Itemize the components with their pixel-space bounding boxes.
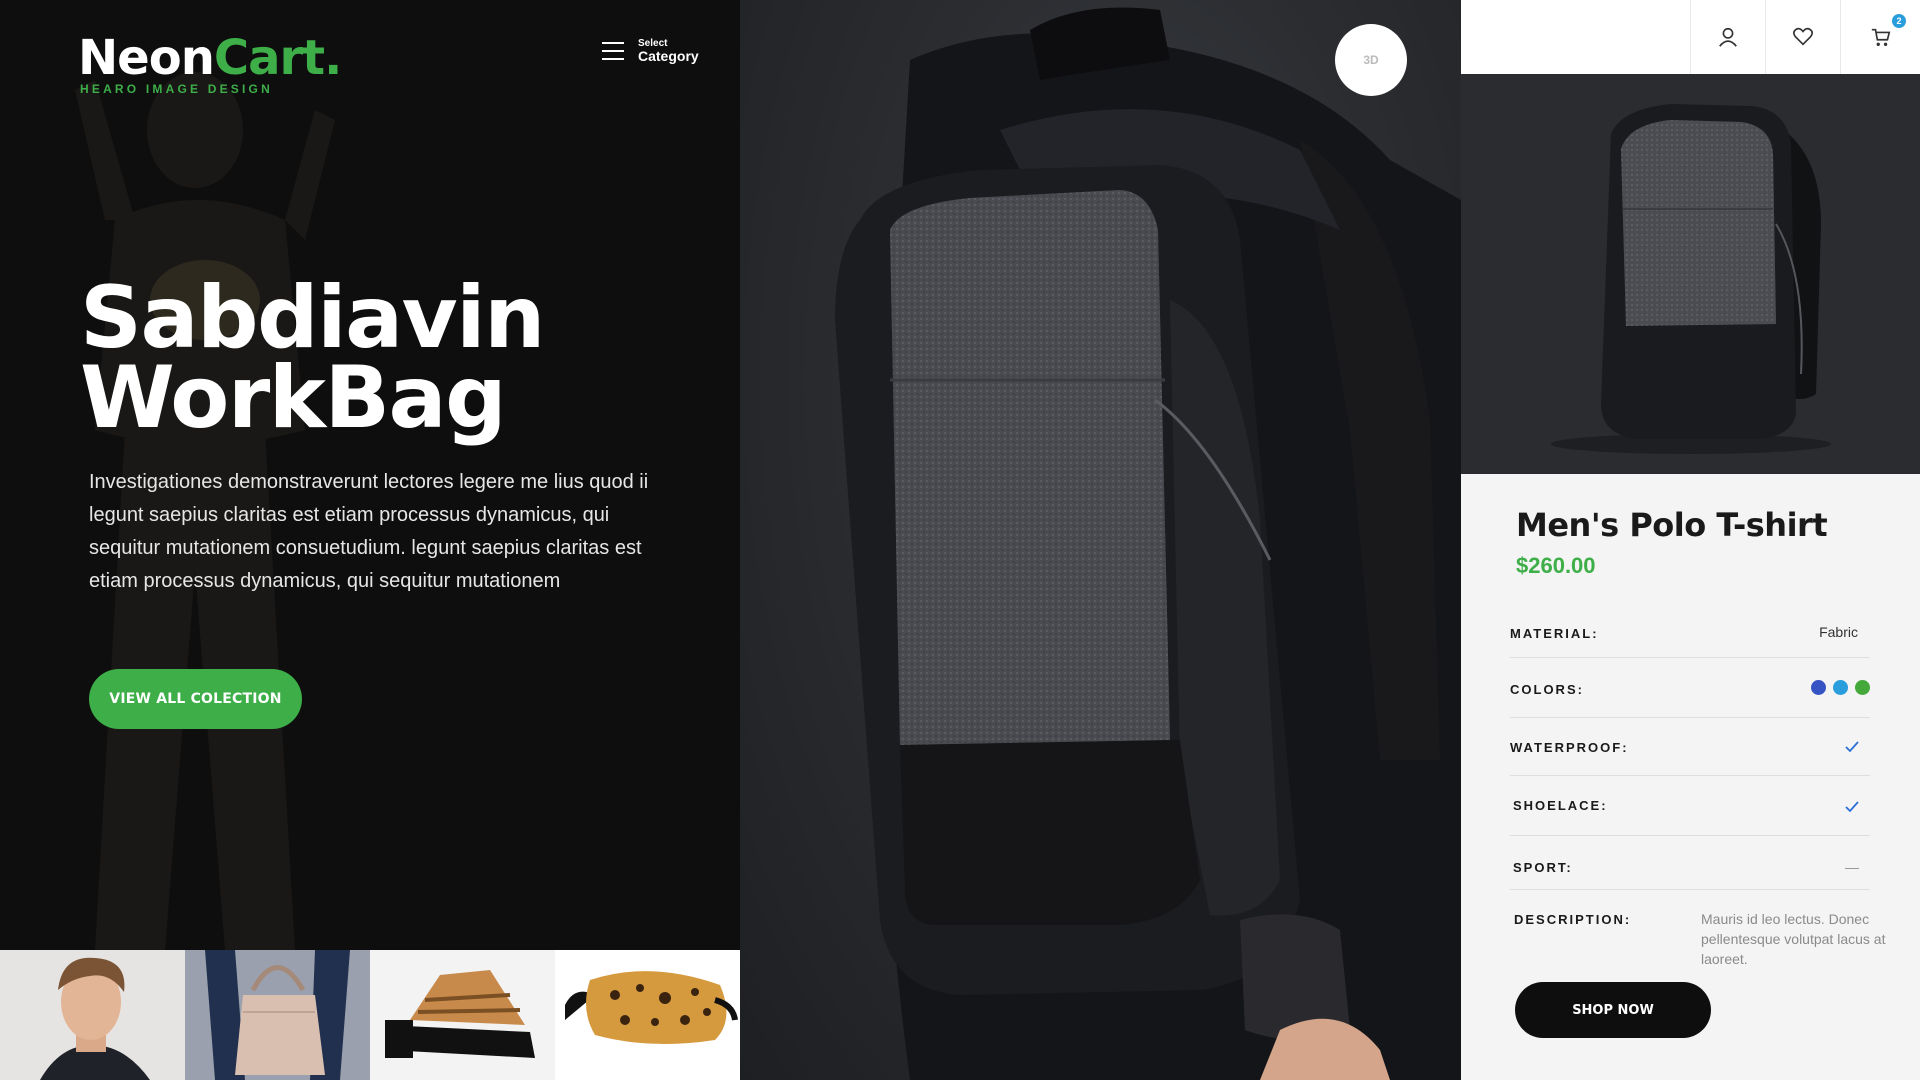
waterproof-label: WATERPROOF: (1510, 740, 1629, 755)
color-swatch-blue[interactable] (1811, 680, 1826, 695)
logo-cart-text: Cart. (213, 30, 342, 86)
select-category-button[interactable]: Select Category (602, 38, 699, 64)
product-detail-panel: 2 Men's Polo T-shirt $260.00 MATERIAL: F… (1461, 0, 1920, 1080)
material-label: MATERIAL: (1510, 626, 1599, 641)
hero-title: Sabdiavin WorkBag (80, 275, 545, 441)
cart-count-badge: 2 (1892, 14, 1906, 28)
category-label: Category (638, 48, 699, 64)
logo[interactable]: NeonCart. HEARO IMAGE DESIGN (78, 30, 342, 96)
hamburger-menu-icon (602, 42, 624, 61)
material-value: Fabric (1819, 624, 1858, 640)
waterproof-check-icon (1845, 741, 1859, 753)
thumbnail-leopard-pouch[interactable] (555, 950, 740, 1080)
shop-now-button[interactable]: SHOP NOW (1515, 982, 1711, 1038)
product-hero-image: 3D (740, 0, 1461, 1080)
color-swatch-light-blue[interactable] (1833, 680, 1848, 695)
header-icons-bar: 2 (1461, 0, 1920, 74)
rotate-360-button[interactable]: 3D (1335, 24, 1407, 96)
wishlist-button[interactable] (1765, 0, 1840, 74)
shoelace-label: SHOELACE: (1513, 798, 1608, 813)
thumbnail-strip (0, 950, 740, 1080)
spec-row-material: MATERIAL: Fabric (1510, 604, 1870, 658)
sport-dash-icon (1845, 868, 1859, 869)
spec-row-shoelace: SHOELACE: (1510, 776, 1870, 836)
color-swatches (1811, 680, 1870, 695)
description-value: Mauris id leo lectus. Donec pellentesque… (1701, 911, 1886, 967)
color-swatch-green[interactable] (1855, 680, 1870, 695)
account-button[interactable] (1690, 0, 1765, 74)
product-info: Men's Polo T-shirt $260.00 MATERIAL: Fab… (1461, 474, 1920, 1080)
colors-label: COLORS: (1510, 682, 1584, 697)
hero-title-line2: WorkBag (80, 348, 507, 448)
thumbnail-sandals[interactable] (370, 950, 555, 1080)
rotate-3d-icon: 3D (1363, 53, 1379, 67)
model-with-backpack-image (835, 7, 1461, 1080)
product-thumbnail-image (1461, 74, 1920, 474)
heart-icon (1793, 27, 1813, 46)
hero-description: Investigationes demonstraverunt lectores… (89, 471, 649, 592)
user-icon (1719, 27, 1737, 47)
hero-panel: NeonCart. HEARO IMAGE DESIGN Select Cate… (0, 0, 740, 950)
thumbnail-handbag[interactable] (185, 950, 370, 1080)
cart-icon (1871, 28, 1890, 46)
shoelace-check-icon (1845, 801, 1859, 813)
description-label: DESCRIPTION: (1514, 912, 1632, 927)
product-title: Men's Polo T-shirt (1516, 506, 1828, 544)
thumbnail-man-portrait[interactable] (0, 950, 185, 1080)
spec-row-description: DESCRIPTION: Mauris id leo lectus. Donec… (1510, 890, 1885, 970)
spec-row-sport: SPORT: (1510, 836, 1870, 890)
sport-label: SPORT: (1513, 860, 1573, 875)
spec-row-waterproof: WATERPROOF: (1510, 718, 1870, 776)
view-all-collection-button[interactable]: VIEW ALL COLECTION (89, 669, 302, 729)
spec-row-colors: COLORS: (1510, 658, 1870, 718)
logo-neon-text: Neon (78, 30, 215, 86)
product-price: $260.00 (1516, 553, 1596, 578)
cart-button[interactable]: 2 (1840, 0, 1920, 74)
